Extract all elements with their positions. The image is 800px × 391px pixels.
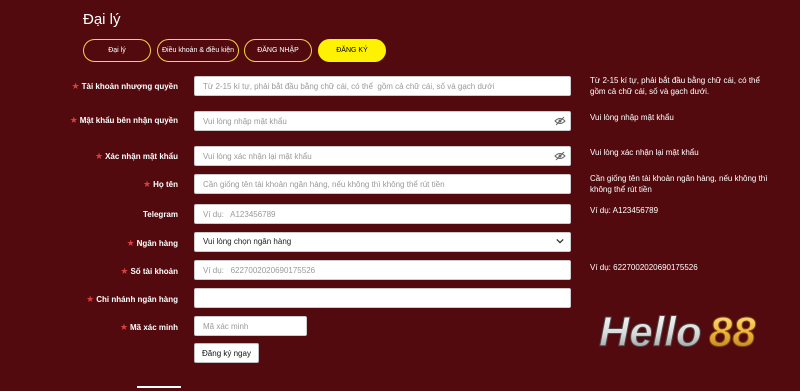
bank-select[interactable]: Vui lòng chọn ngân hàng [194, 232, 571, 252]
bank-branch-input[interactable] [194, 288, 571, 308]
fullname-input[interactable] [194, 174, 571, 194]
password-input[interactable] [194, 111, 571, 131]
hello88-logo: Hello 88 [599, 308, 757, 356]
chevron-down-icon [556, 238, 564, 244]
confirm-password-label: ★ Xác nhận mật khẩu [95, 151, 178, 161]
telegram-input[interactable] [194, 204, 571, 224]
confirm-password-hint: Vui lòng xác nhận lại mật khẩu [590, 148, 699, 157]
tab-agent[interactable]: Đại lý [83, 39, 151, 62]
bank-branch-label: ★ Chi nhánh ngân hàng [86, 294, 178, 304]
required-star-icon: ★ [143, 179, 152, 189]
page-title: Đại lý [83, 11, 121, 28]
eye-off-icon[interactable] [554, 116, 566, 126]
account-number-input[interactable] [194, 260, 571, 280]
required-star-icon: ★ [69, 115, 78, 125]
divider [137, 386, 181, 388]
register-now-button[interactable]: Đăng ký ngay [194, 343, 259, 363]
telegram-label: Telegram [143, 210, 178, 219]
confirm-password-input[interactable] [194, 146, 571, 166]
username-hint: Từ 2-15 kí tự, phải bắt đầu bằng chữ cái… [590, 76, 760, 96]
password-label: ★ Mật khẩu bên nhận quyền [69, 115, 178, 125]
tab-login[interactable]: ĐĂNG NHẬP [244, 39, 312, 62]
fullname-label: ★ Họ tên [143, 179, 178, 189]
fullname-hint: Cần giống tên tài khoản ngân hàng, nếu k… [590, 174, 768, 194]
password-hint: Vui lòng nhập mật khẩu [590, 113, 674, 122]
account-number-hint: Ví dụ: 6227002020690175526 [590, 263, 698, 272]
required-star-icon: ★ [126, 238, 135, 248]
required-star-icon: ★ [71, 81, 80, 91]
bank-select-value: Vui lòng chọn ngân hàng [203, 237, 292, 246]
username-input[interactable] [194, 76, 571, 96]
svg-text:Hello: Hello [599, 308, 702, 355]
eye-off-icon[interactable] [554, 151, 566, 161]
captcha-input[interactable] [194, 316, 307, 336]
required-star-icon: ★ [95, 151, 104, 161]
tab-terms[interactable]: Điều khoản & điều kiện [157, 39, 239, 62]
required-star-icon: ★ [119, 322, 128, 332]
required-star-icon: ★ [86, 294, 95, 304]
telegram-hint: Ví dụ: A123456789 [590, 206, 659, 215]
tab-register[interactable]: ĐĂNG KÝ [318, 39, 386, 62]
captcha-label: ★ Mã xác minh [119, 322, 178, 332]
account-number-label: ★ Số tài khoản [120, 266, 178, 276]
bank-label: ★ Ngân hàng [126, 238, 178, 248]
svg-text:88: 88 [709, 308, 756, 355]
required-star-icon: ★ [120, 266, 129, 276]
username-label: ★ Tài khoản nhượng quyền [71, 81, 178, 91]
